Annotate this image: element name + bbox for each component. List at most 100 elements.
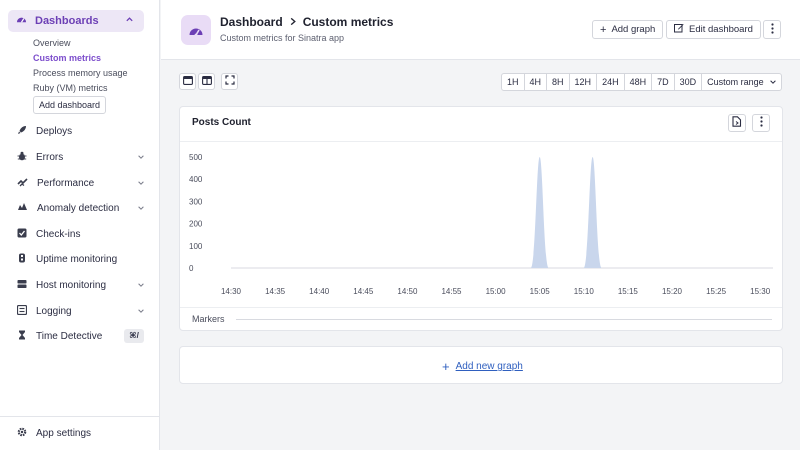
keyboard-shortcut-badge: ⌘/ xyxy=(124,329,144,343)
chevron-down-icon xyxy=(137,153,145,164)
y-tick-label: 0 xyxy=(189,264,194,273)
check-icon xyxy=(17,228,27,241)
add-new-graph-link[interactable]: + Add new graph xyxy=(442,359,523,374)
more-options-button[interactable] xyxy=(763,20,781,39)
layout-two-column-button[interactable] xyxy=(198,73,215,90)
single-column-icon xyxy=(182,75,193,88)
y-tick-label: 300 xyxy=(189,197,203,206)
fullscreen-button[interactable] xyxy=(221,73,238,90)
x-tick-label: 14:45 xyxy=(353,287,374,296)
markers-track xyxy=(236,319,772,320)
graph-more-options-button[interactable] xyxy=(752,114,770,132)
x-tick-label: 15:25 xyxy=(706,287,727,296)
sidebar-subitem-process-memory[interactable]: Process memory usage xyxy=(33,68,128,78)
x-tick-label: 14:35 xyxy=(265,287,286,296)
uptime-icon xyxy=(17,253,27,266)
sidebar-item-deploys[interactable]: Deploys xyxy=(17,123,147,139)
plus-icon: + xyxy=(442,359,450,374)
graph-header-divider xyxy=(180,141,782,142)
y-tick-label: 500 xyxy=(189,153,203,162)
bug-icon xyxy=(17,151,27,164)
dashboard-gauge-icon xyxy=(181,15,211,45)
sidebar-item-app-settings[interactable]: App settings xyxy=(17,425,147,441)
hourglass-icon xyxy=(17,330,27,343)
add-dashboard-button[interactable]: Add dashboard xyxy=(33,96,107,114)
markers-divider xyxy=(180,307,782,308)
kebab-menu-icon xyxy=(770,22,774,37)
sidebar-item-dashboards[interactable]: Dashboards xyxy=(8,10,144,32)
chevron-down-icon xyxy=(137,281,145,292)
x-tick-label: 14:55 xyxy=(441,287,462,296)
rocket-icon xyxy=(17,125,27,138)
chevron-right-icon xyxy=(289,15,297,29)
range-1h[interactable]: 1H xyxy=(502,74,525,90)
range-30d[interactable]: 30D xyxy=(675,74,703,90)
expand-icon xyxy=(224,75,235,88)
x-tick-label: 15:30 xyxy=(750,287,771,296)
chevron-down-icon xyxy=(137,204,145,215)
breadcrumb-parent[interactable]: Dashboard xyxy=(220,15,283,29)
sidebar-item-logging[interactable]: Logging xyxy=(16,303,147,319)
alert-icon xyxy=(17,202,28,215)
document-export-icon xyxy=(732,116,742,130)
edit-icon xyxy=(674,23,684,36)
range-24h[interactable]: 24H xyxy=(597,74,625,90)
dashboard-gauge-icon xyxy=(16,14,27,28)
custom-range-dropdown[interactable]: Custom range xyxy=(702,74,781,90)
edit-dashboard-button[interactable]: Edit dashboard xyxy=(666,20,761,39)
x-tick-label: 14:30 xyxy=(221,287,242,296)
posts-count-area-peak[interactable] xyxy=(583,157,602,268)
range-7d[interactable]: 7D xyxy=(652,74,675,90)
logs-icon xyxy=(16,304,28,318)
chevron-down-icon xyxy=(137,179,145,190)
markers-label: Markers xyxy=(192,314,225,324)
sidebar-subitem-ruby-vm[interactable]: Ruby (VM) metrics xyxy=(33,83,108,93)
sidebar-subitem-custom-metrics[interactable]: Custom metrics xyxy=(33,53,101,63)
x-tick-label: 15:05 xyxy=(530,287,551,296)
sidebar-item-uptime-monitoring[interactable]: Uptime monitoring xyxy=(17,251,147,267)
export-graph-button[interactable] xyxy=(728,114,746,132)
layout-single-column-button[interactable] xyxy=(179,73,196,90)
chevron-down-icon xyxy=(769,78,777,86)
add-new-graph-card: + Add new graph xyxy=(179,346,783,384)
x-tick-label: 15:10 xyxy=(574,287,595,296)
sidebar-divider xyxy=(0,416,160,417)
kebab-menu-icon xyxy=(759,116,763,130)
chevron-up-icon[interactable] xyxy=(125,15,134,27)
breadcrumb: Dashboard Custom metrics xyxy=(220,15,393,29)
page-title: Custom metrics xyxy=(302,15,394,29)
range-48h[interactable]: 48H xyxy=(625,74,653,90)
speedometer-icon xyxy=(17,177,28,190)
time-range-selector: 1H 4H 8H 12H 24H 48H 7D 30D Custom range xyxy=(501,73,782,91)
range-4h[interactable]: 4H xyxy=(525,74,548,90)
x-tick-label: 15:15 xyxy=(618,287,639,296)
two-column-icon xyxy=(201,75,212,88)
gear-icon xyxy=(17,427,27,440)
range-8h[interactable]: 8H xyxy=(547,74,570,90)
sidebar-item-anomaly-detection[interactable]: Anomaly detection xyxy=(17,200,147,216)
range-12h[interactable]: 12H xyxy=(570,74,598,90)
sidebar-item-host-monitoring[interactable]: Host monitoring xyxy=(17,277,147,293)
x-tick-label: 15:00 xyxy=(486,287,507,296)
x-tick-label: 15:20 xyxy=(662,287,683,296)
graph-card: Posts Count 0 100 200 300 400 500 14:30 14:35 14… xyxy=(179,106,783,331)
x-tick-label: 14:50 xyxy=(397,287,418,296)
y-tick-label: 100 xyxy=(189,242,203,251)
posts-count-area-peak[interactable] xyxy=(530,157,549,268)
server-icon xyxy=(17,279,27,292)
plus-icon: + xyxy=(600,23,607,36)
sidebar-item-check-ins[interactable]: Check-ins xyxy=(17,226,147,242)
page-subtitle: Custom metrics for Sinatra app xyxy=(220,33,345,43)
add-graph-button[interactable]: + Add graph xyxy=(592,20,664,39)
sidebar: Dashboards Overview Custom metrics Proce… xyxy=(0,0,160,450)
chevron-down-icon xyxy=(137,307,145,318)
posts-count-chart[interactable]: 0 100 200 300 400 500 14:30 14:35 14:40 14:45 14:5… xyxy=(180,143,782,307)
page-header: Dashboard Custom metrics Custom metrics … xyxy=(161,0,800,60)
sidebar-item-errors[interactable]: Errors xyxy=(17,149,147,165)
y-tick-label: 400 xyxy=(189,175,203,184)
sidebar-item-performance[interactable]: Performance xyxy=(17,175,147,191)
sidebar-item-label: Dashboards xyxy=(35,15,99,27)
y-tick-label: 200 xyxy=(189,220,203,229)
sidebar-subitem-overview[interactable]: Overview xyxy=(33,38,71,48)
graph-title: Posts Count xyxy=(192,117,251,128)
